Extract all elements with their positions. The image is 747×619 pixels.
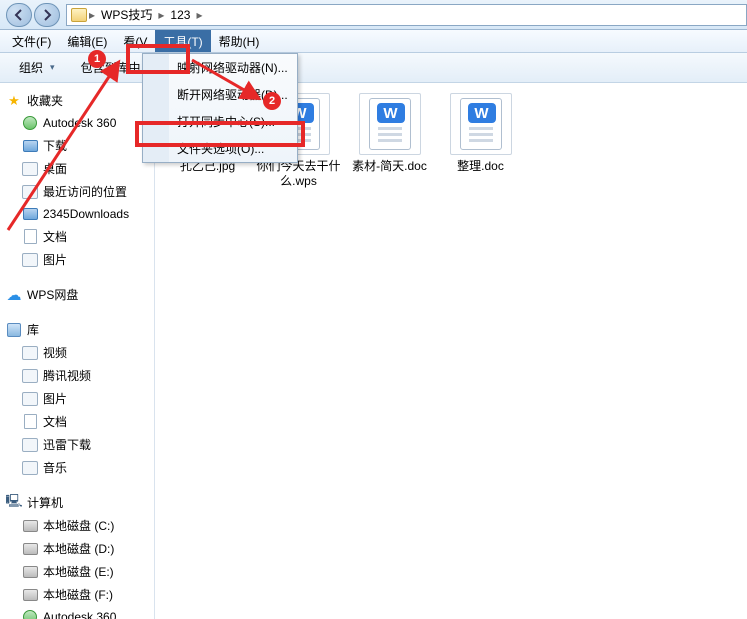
disk-icon xyxy=(23,543,38,555)
nav-pictures[interactable]: 图片 xyxy=(4,248,150,271)
computer-header[interactable]: 🖳 计算机 xyxy=(4,491,150,514)
video-icon xyxy=(22,346,38,360)
library-icon xyxy=(7,323,21,337)
recent-icon xyxy=(22,185,38,199)
favorites-label: 收藏夹 xyxy=(27,92,63,109)
file-item[interactable]: W 整理.doc xyxy=(438,93,523,174)
star-icon: ★ xyxy=(6,93,22,109)
menu-open-sync-center[interactable]: 打开同步中心(S)... xyxy=(169,108,297,135)
file-name: 素材-简天.doc xyxy=(352,159,427,174)
tencent-icon xyxy=(22,369,38,383)
cloud-sync-icon xyxy=(23,610,37,619)
navigation-pane: ★ 收藏夹 Autodesk 360 下载 桌面 最近访问的位置 2345Dow… xyxy=(0,83,155,619)
menubar: 文件(F) 编辑(E) 看(V 工具(T) 帮助(H) xyxy=(0,30,747,53)
download-icon xyxy=(23,140,38,152)
nav-autodesk360[interactable]: Autodesk 360 xyxy=(4,112,150,134)
computer-icon: 🖳 xyxy=(6,495,22,511)
nav-drive-d[interactable]: 本地磁盘 (D:) xyxy=(4,537,150,560)
nav-videos[interactable]: 视频 xyxy=(4,341,150,364)
address-bar[interactable]: ▸ WPS技巧 ▸ 123 ▸ xyxy=(66,4,747,26)
music-icon xyxy=(22,461,38,475)
disk-icon xyxy=(23,566,38,578)
document-icon xyxy=(24,414,37,429)
menu-file[interactable]: 文件(F) xyxy=(4,30,59,52)
disk-icon xyxy=(23,520,38,532)
nav-drive-c[interactable]: 本地磁盘 (C:) xyxy=(4,514,150,537)
tools-menu-dropdown: 映射网络驱动器(N)... 断开网络驱动器(D)... 打开同步中心(S)...… xyxy=(142,53,298,163)
libraries-header[interactable]: 库 xyxy=(4,318,150,341)
picture-icon xyxy=(22,253,38,267)
file-name: 你们今天去干什么.wps xyxy=(256,159,341,189)
cloud-sync-icon xyxy=(23,116,37,130)
nav-documents[interactable]: 文档 xyxy=(4,225,150,248)
back-button[interactable] xyxy=(6,3,32,27)
download-icon xyxy=(22,438,38,452)
nav-downloads[interactable]: 下载 xyxy=(4,134,150,157)
wps-badge-icon: W xyxy=(468,103,496,123)
nav-recent[interactable]: 最近访问的位置 xyxy=(4,180,150,203)
favorites-header[interactable]: ★ 收藏夹 xyxy=(4,89,150,112)
toolbar: 组织 包含到库中 xyxy=(0,53,747,83)
nav-drive-f[interactable]: 本地磁盘 (F:) xyxy=(4,583,150,606)
doc-thumbnail: W xyxy=(450,93,512,155)
picture-icon xyxy=(22,392,38,406)
breadcrumb-seg-1[interactable]: WPS技巧 xyxy=(97,6,156,23)
folder-icon xyxy=(71,8,87,22)
menu-disconnect-network-drive[interactable]: 断开网络驱动器(D)... xyxy=(169,81,297,108)
nav-2345downloads[interactable]: 2345Downloads xyxy=(4,203,150,225)
nav-tencent-video[interactable]: 腾讯视频 xyxy=(4,364,150,387)
chevron-right-icon: ▸ xyxy=(158,8,164,22)
menu-edit[interactable]: 编辑(E) xyxy=(59,30,115,52)
nav-drive-e[interactable]: 本地磁盘 (E:) xyxy=(4,560,150,583)
chevron-right-icon: ▸ xyxy=(89,8,95,22)
wps-cloud-header[interactable]: ☁ WPS网盘 xyxy=(4,283,150,306)
document-icon xyxy=(24,229,37,244)
desktop-icon xyxy=(22,162,38,176)
folder-icon xyxy=(23,208,38,220)
menu-map-network-drive[interactable]: 映射网络驱动器(N)... xyxy=(169,54,297,81)
nav-desktop[interactable]: 桌面 xyxy=(4,157,150,180)
disk-icon xyxy=(23,589,38,601)
nav-lib-pictures[interactable]: 图片 xyxy=(4,387,150,410)
file-item[interactable]: W 素材-简天.doc xyxy=(347,93,432,174)
menu-tools[interactable]: 工具(T) xyxy=(155,30,210,52)
main-area: ★ 收藏夹 Autodesk 360 下载 桌面 最近访问的位置 2345Dow… xyxy=(0,83,747,619)
titlebar: ▸ WPS技巧 ▸ 123 ▸ xyxy=(0,0,747,30)
wps-badge-icon: W xyxy=(377,103,405,123)
chevron-right-icon: ▸ xyxy=(196,8,202,22)
nav-xunlei[interactable]: 迅雷下载 xyxy=(4,433,150,456)
nav-music[interactable]: 音乐 xyxy=(4,456,150,479)
file-list: 孔乙己.jpg W 你们今天去干什么.wps W 素材-简天.doc W 整理.… xyxy=(155,83,747,619)
menu-view[interactable]: 看(V xyxy=(115,30,155,52)
menu-folder-options[interactable]: 文件夹选项(O)... xyxy=(169,135,297,162)
menu-help[interactable]: 帮助(H) xyxy=(211,30,268,52)
breadcrumb-seg-2[interactable]: 123 xyxy=(166,8,194,22)
cloud-icon: ☁ xyxy=(6,287,22,303)
nav-drive-autodesk[interactable]: Autodesk 360 xyxy=(4,606,150,619)
forward-button[interactable] xyxy=(34,3,60,27)
organize-button[interactable]: 组织 xyxy=(8,55,66,80)
doc-thumbnail: W xyxy=(359,93,421,155)
file-name: 整理.doc xyxy=(457,159,504,174)
nav-lib-documents[interactable]: 文档 xyxy=(4,410,150,433)
